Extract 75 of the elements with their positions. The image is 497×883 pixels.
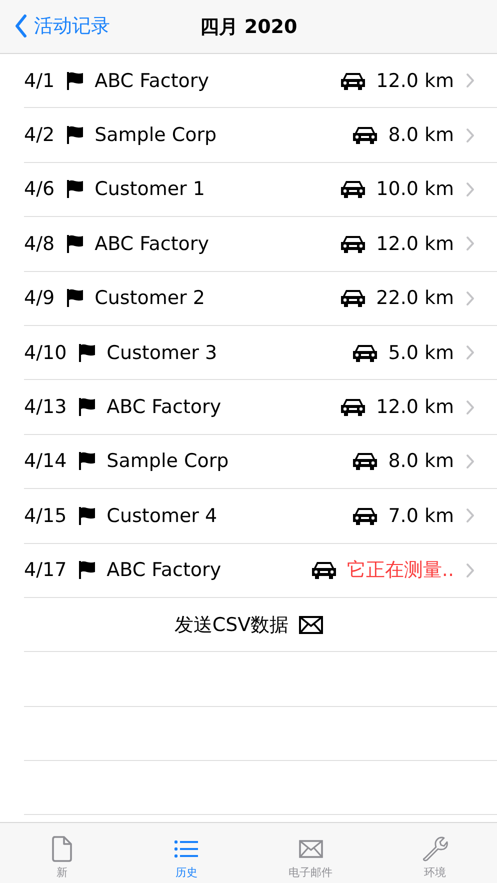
trip-place: Customer 3 — [106, 342, 218, 364]
trip-distance: 12.0 km — [376, 396, 454, 418]
chevron-right-icon — [466, 508, 475, 524]
car-icon — [340, 179, 366, 200]
trip-row[interactable]: 4/17 ABC Factory 它正在测量.. — [24, 544, 497, 598]
trip-row[interactable]: 4/14 Sample Corp 8.0 km — [24, 434, 497, 490]
trip-distance: 它正在测量.. — [346, 558, 454, 584]
trip-place: Customer 1 — [94, 178, 206, 200]
trip-distance: 8.0 km — [388, 450, 454, 472]
flag-icon — [76, 397, 97, 418]
flag-icon — [64, 288, 85, 308]
trip-place: ABC Factory — [106, 396, 222, 418]
trip-date: 4/15 — [24, 504, 67, 527]
wrench-icon — [422, 835, 448, 863]
trip-distance: 7.0 km — [388, 504, 454, 527]
trip-distance: 12.0 km — [376, 232, 454, 255]
chevron-right-icon — [466, 182, 475, 197]
trip-date: 4/2 — [24, 124, 55, 146]
trip-distance: 22.0 km — [376, 287, 454, 310]
flag-icon — [64, 70, 85, 91]
flag-icon — [76, 451, 97, 472]
chevron-right-icon — [466, 73, 475, 88]
flag-icon — [76, 506, 97, 526]
trip-date: 4/14 — [24, 450, 67, 472]
trip-place: Customer 4 — [106, 504, 218, 527]
trip-distance: 10.0 km — [376, 178, 454, 200]
car-icon — [352, 125, 378, 146]
nav-title: 四月 2020 — [200, 14, 298, 40]
trip-row[interactable]: 4/13 ABC Factory 12.0 km — [24, 380, 497, 435]
trip-date: 4/9 — [24, 287, 55, 310]
trip-date: 4/13 — [24, 396, 67, 418]
trip-row[interactable]: 4/6 Customer 1 10.0 km — [24, 162, 497, 218]
chevron-right-icon — [466, 345, 475, 360]
trip-date: 4/17 — [24, 559, 67, 582]
chevron-left-icon — [14, 14, 28, 38]
trip-place: Customer 2 — [94, 287, 206, 310]
send-csv-button[interactable]: 发送CSV数据 — [174, 612, 323, 638]
trip-place: Sample Corp — [106, 450, 230, 472]
car-icon — [352, 506, 378, 526]
trip-row[interactable]: 4/15 Customer 4 7.0 km — [24, 489, 497, 544]
trip-row[interactable]: 4/2 Sample Corp 8.0 km — [24, 108, 497, 163]
car-icon — [352, 342, 378, 363]
trip-row[interactable]: 4/10 Customer 3 5.0 km — [24, 326, 497, 380]
trip-date: 4/6 — [24, 178, 55, 200]
flag-icon — [64, 125, 85, 146]
trip-place: Sample Corp — [94, 124, 218, 146]
flag-icon — [64, 234, 85, 254]
chevron-right-icon — [466, 236, 475, 252]
trip-date: 4/8 — [24, 232, 55, 255]
trip-row[interactable]: 4/9 Customer 2 22.0 km — [24, 272, 497, 326]
chevron-right-icon — [466, 128, 475, 143]
trip-distance: 12.0 km — [376, 70, 454, 92]
trip-row[interactable]: 4/8 ABC Factory 12.0 km — [24, 217, 497, 272]
trip-place: ABC Factory — [106, 559, 222, 582]
flag-icon — [76, 342, 97, 363]
chevron-right-icon — [466, 454, 475, 469]
trip-row[interactable]: 4/1 ABC Factory 12.0 km — [24, 54, 497, 108]
car-icon — [310, 560, 337, 580]
car-icon — [340, 234, 366, 254]
flag-icon — [64, 179, 85, 200]
trip-date: 4/1 — [24, 70, 55, 92]
chevron-right-icon — [466, 290, 475, 306]
car-icon — [340, 288, 366, 308]
trip-date: 4/10 — [24, 342, 67, 364]
trip-place: ABC Factory — [94, 232, 210, 255]
mail-icon — [298, 616, 323, 634]
trip-distance: 8.0 km — [388, 124, 454, 146]
car-icon — [352, 451, 378, 472]
flag-icon — [76, 560, 97, 580]
chevron-right-icon — [466, 400, 475, 415]
car-icon — [340, 397, 366, 418]
chevron-right-icon — [466, 562, 475, 578]
car-icon — [340, 70, 366, 91]
trip-place: ABC Factory — [94, 70, 210, 92]
trip-distance: 5.0 km — [388, 342, 454, 364]
